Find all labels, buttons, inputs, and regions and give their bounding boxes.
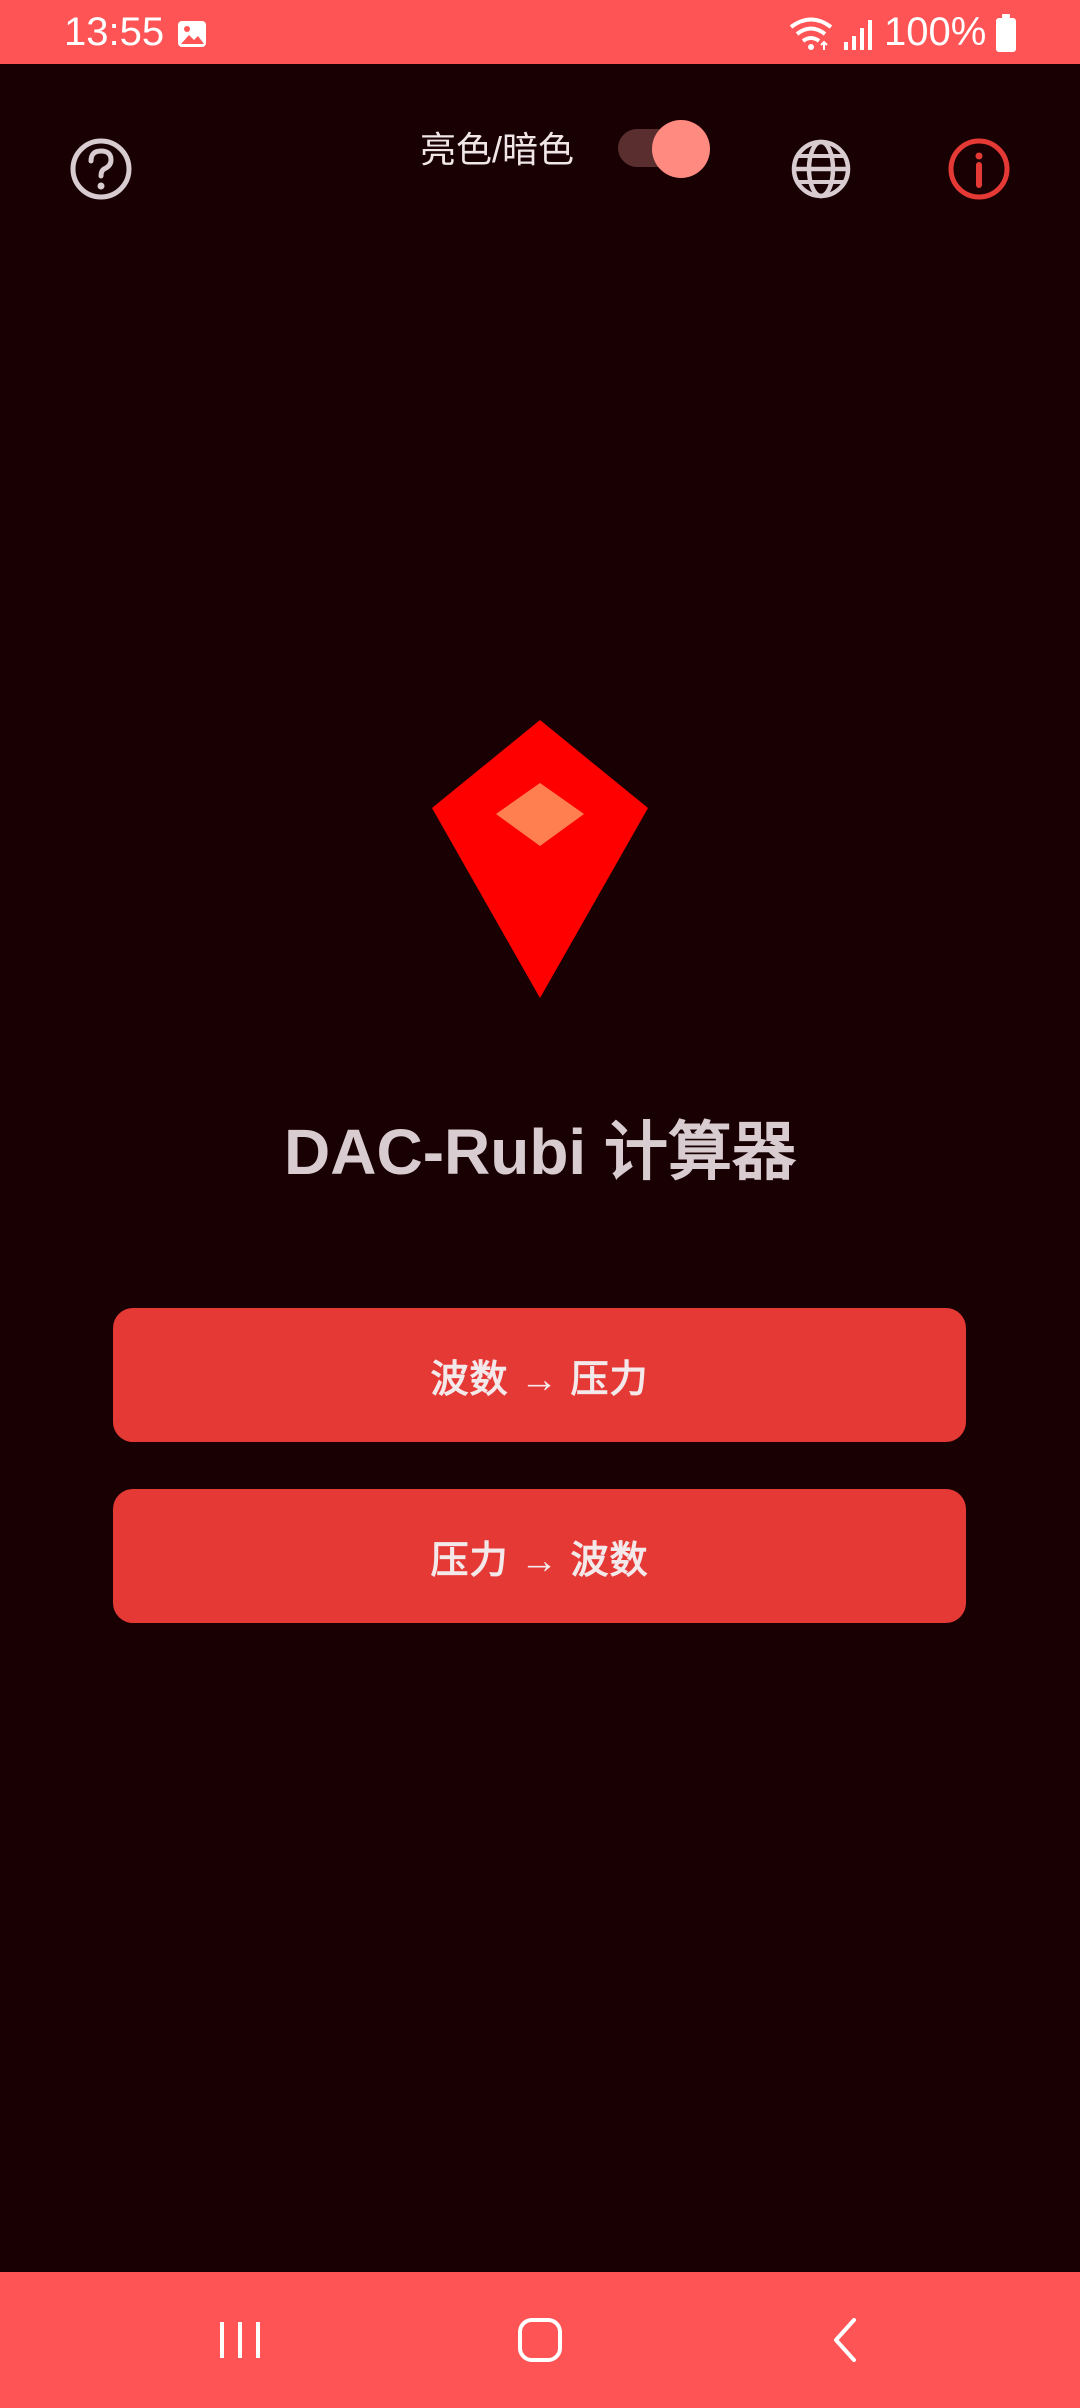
theme-toggle-label: 亮色/暗色 xyxy=(420,129,575,170)
toggle-thumb xyxy=(652,120,710,178)
app-screen: 13:55 100% 亮色/暗色 DAC-Rubi 计算器 波数 → 压力 压力… xyxy=(0,0,1080,2408)
back-icon[interactable] xyxy=(816,2310,876,2370)
wavenumber-to-pressure-button[interactable]: 波数 → 压力 xyxy=(113,1308,966,1442)
info-icon[interactable] xyxy=(944,134,1014,204)
battery-percent: 100% xyxy=(884,10,987,54)
battery-icon xyxy=(996,14,1016,52)
photo-icon xyxy=(178,21,206,47)
app-logo xyxy=(432,720,648,998)
recents-icon[interactable] xyxy=(210,2310,270,2370)
help-icon[interactable] xyxy=(66,134,136,204)
theme-toggle-switch[interactable] xyxy=(616,120,712,180)
status-time: 13:55 xyxy=(64,10,165,54)
home-icon[interactable] xyxy=(510,2310,570,2370)
navigation-bar xyxy=(0,2272,1080,2408)
status-bar: 13:55 100% xyxy=(0,0,1080,64)
globe-icon[interactable] xyxy=(786,134,856,204)
app-title: DAC-Rubi 计算器 xyxy=(284,1116,796,1188)
signal-icon xyxy=(844,20,872,50)
pressure-to-wavenumber-button[interactable]: 压力 → 波数 xyxy=(113,1489,966,1623)
wifi-icon xyxy=(789,17,833,50)
